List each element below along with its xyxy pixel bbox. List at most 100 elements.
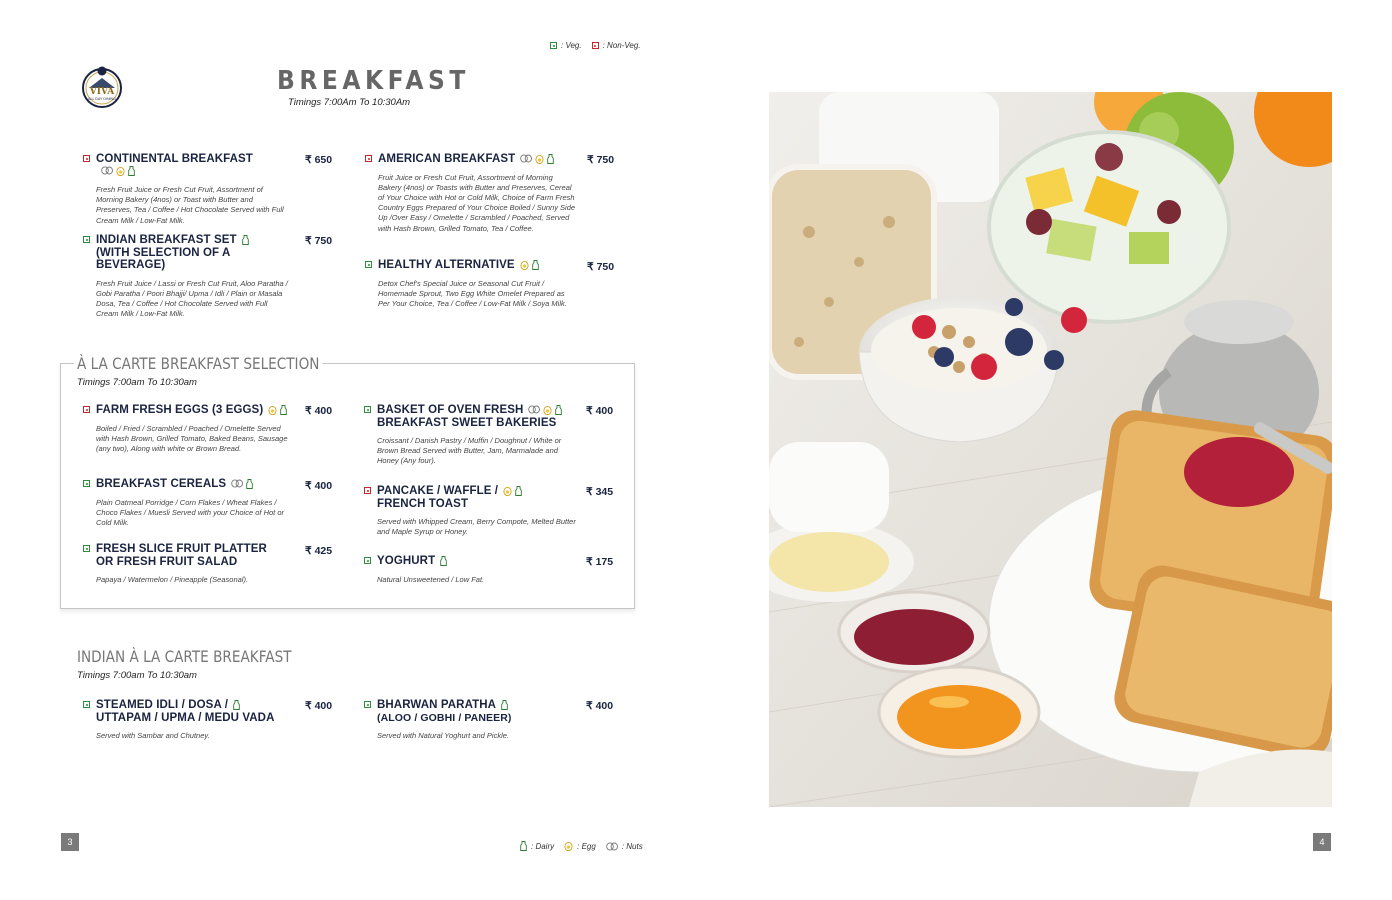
item-name-line2: OR FRESH FRUIT SALAD [96,555,238,568]
allergen-icons [520,841,527,851]
dairy-icon [128,166,135,177]
item-price: ₹ 345 [586,486,614,498]
allergen-icons [520,260,539,270]
item-description: Boiled / Fried / Scrambled / Poached / O… [96,423,288,453]
page-number-right: 4 [1313,833,1331,851]
egg-icon [116,166,125,177]
nuts-icon [606,841,618,851]
a-la-carte-timing: Timings 7:00am To 10:30am [77,377,197,388]
item-price: ₹ 650 [305,154,333,166]
item-price: ₹ 175 [586,556,614,568]
item-description: Fruit Juice or Fresh Cut Fruit, Assortme… [378,172,576,233]
nuts-icon [520,154,533,164]
veg-mark-icon [83,480,90,487]
menu-item: BHARWAN PARATHA (ALOO / GOBHI / PANEER) S… [364,699,576,741]
item-name: AMERICAN BREAKFAST [378,153,516,165]
item-description: Fresh Fruit Juice / Lassi or Fresh Cut F… [96,278,288,319]
item-price: ₹ 750 [587,154,615,166]
item-name: BHARWAN PARATHA [377,699,497,711]
nonveg-mark-icon [83,406,90,413]
egg-icon [543,405,552,415]
egg-icon [268,405,277,415]
item-name: FRESH SLICE FRUIT PLATTER [96,543,267,555]
page-title: BREAKFAST [277,66,470,96]
item-description: Croissant / Danish Pastry / Muffin / Dou… [377,436,562,466]
item-description: Served with Whipped Cream, Berry Compote… [377,517,576,537]
item-name-line2: (ALOO / GOBHI / PANEER) [377,711,512,724]
veg-mark-icon [364,406,371,413]
dairy-icon [520,841,527,851]
dairy-icon [555,405,563,415]
nonveg-mark-icon [364,487,371,494]
frame-top-line [311,363,635,364]
egg-icon [535,154,544,164]
veg-mark-icon [364,557,371,564]
item-price: ₹ 400 [305,405,333,417]
allergen-icons [528,405,563,415]
egg-icon [520,260,529,270]
breakfast-photo [769,92,1332,807]
item-name: FARM FRESH EGGS (3 EGGS) [96,404,264,416]
item-name: BREAKFAST CEREALS [96,478,227,490]
allergen-legend: : Dairy : Egg : Nuts [520,841,643,851]
item-price: ₹ 400 [586,405,614,417]
item-price: ₹ 400 [586,700,614,712]
dairy-icon [233,700,240,710]
veg-mark-icon [550,42,557,49]
nonveg-mark-icon [83,155,90,162]
allergen-icons [503,486,522,496]
logo-tagline: ALL DAY DINING [88,97,116,101]
veg-mark-icon [83,236,90,243]
menu-item: FARM FRESH EGGS (3 EGGS) Boiled / Fried … [83,404,288,454]
nuts-icon [101,166,113,176]
veg-mark-icon [364,701,371,708]
menu-item: BASKET OF OVEN FRESH BREAKFAST SWEET BAKE… [364,404,576,467]
viva-logo: VIVA ALL DAY DINING [82,66,122,108]
item-name: HEALTHY ALTERNATIVE [378,259,515,271]
item-description: Fresh Fruit Juice or Fresh Cut Fruit, As… [96,185,284,225]
item-name: CONTINENTAL BREAKFAST [96,153,253,165]
frame-top-line-left [60,363,74,364]
veg-legend: : Veg. : Non-Veg. [550,41,641,50]
egg-icon [564,841,573,851]
item-price: ₹ 750 [587,261,615,273]
nuts-legend-label: : Nuts [621,841,643,851]
dairy-legend-label: : Dairy [531,841,555,851]
allergen-icons [101,166,135,177]
menu-item: CONTINENTAL BREAKFAST Fresh Fruit Juice … [83,153,288,226]
menu-item: PANCAKE / WAFFLE / FRENCH TOAST Served wi… [364,485,576,537]
item-description: Plain Oatmeal Porridge / Corn Flakes / W… [96,497,284,527]
item-name: PANCAKE / WAFFLE / [377,485,499,497]
menu-item: AMERICAN BREAKFAST Fruit Juice or Fresh … [365,153,577,234]
item-name-line2: FRENCH TOAST [377,497,469,510]
item-name-line2: (WITH SELECTION OF A BEVERAGE) [96,246,231,272]
dairy-icon [547,154,554,164]
menu-item: STEAMED IDLI / DOSA / UTTAPAM / UPMA / ME… [83,699,288,741]
allergen-icons [231,479,253,489]
dairy-icon [515,486,522,496]
egg-icon [503,486,512,496]
item-description: Detox Chef's Special Juice or Seasonal C… [378,278,567,308]
item-description: Served with Natural Yoghurt and Pickle. [377,731,510,740]
indian-section-title: INDIAN À LA CARTE BREAKFAST [77,647,292,666]
item-price: ₹ 400 [305,480,333,492]
item-price: ₹ 750 [305,235,333,247]
allergen-icons [501,700,508,710]
dairy-icon [246,479,253,489]
allergen-icons [268,405,288,415]
nuts-icon [528,405,541,415]
allergen-icons [606,841,618,851]
menu-item: FRESH SLICE FRUIT PLATTER OR FRESH FRUIT … [83,543,288,585]
item-name: STEAMED IDLI / DOSA / [96,699,229,711]
veg-legend-label: : Veg. [561,41,582,50]
nonveg-mark-icon [365,155,372,162]
nonveg-legend-label: : Non-Veg. [602,41,641,50]
item-name: YOGHURT [377,555,436,567]
dairy-icon [531,260,539,270]
menu-item: YOGHURT Natural Unsweetened / Low Fat. [364,555,576,585]
egg-legend-label: : Egg [577,841,596,851]
allergen-icons [440,556,447,566]
item-price: ₹ 425 [305,545,333,557]
menu-item: HEALTHY ALTERNATIVE Detox Chef's Special… [365,259,577,309]
title-timing: Timings 7:00Am To 10:30Am [288,97,411,108]
